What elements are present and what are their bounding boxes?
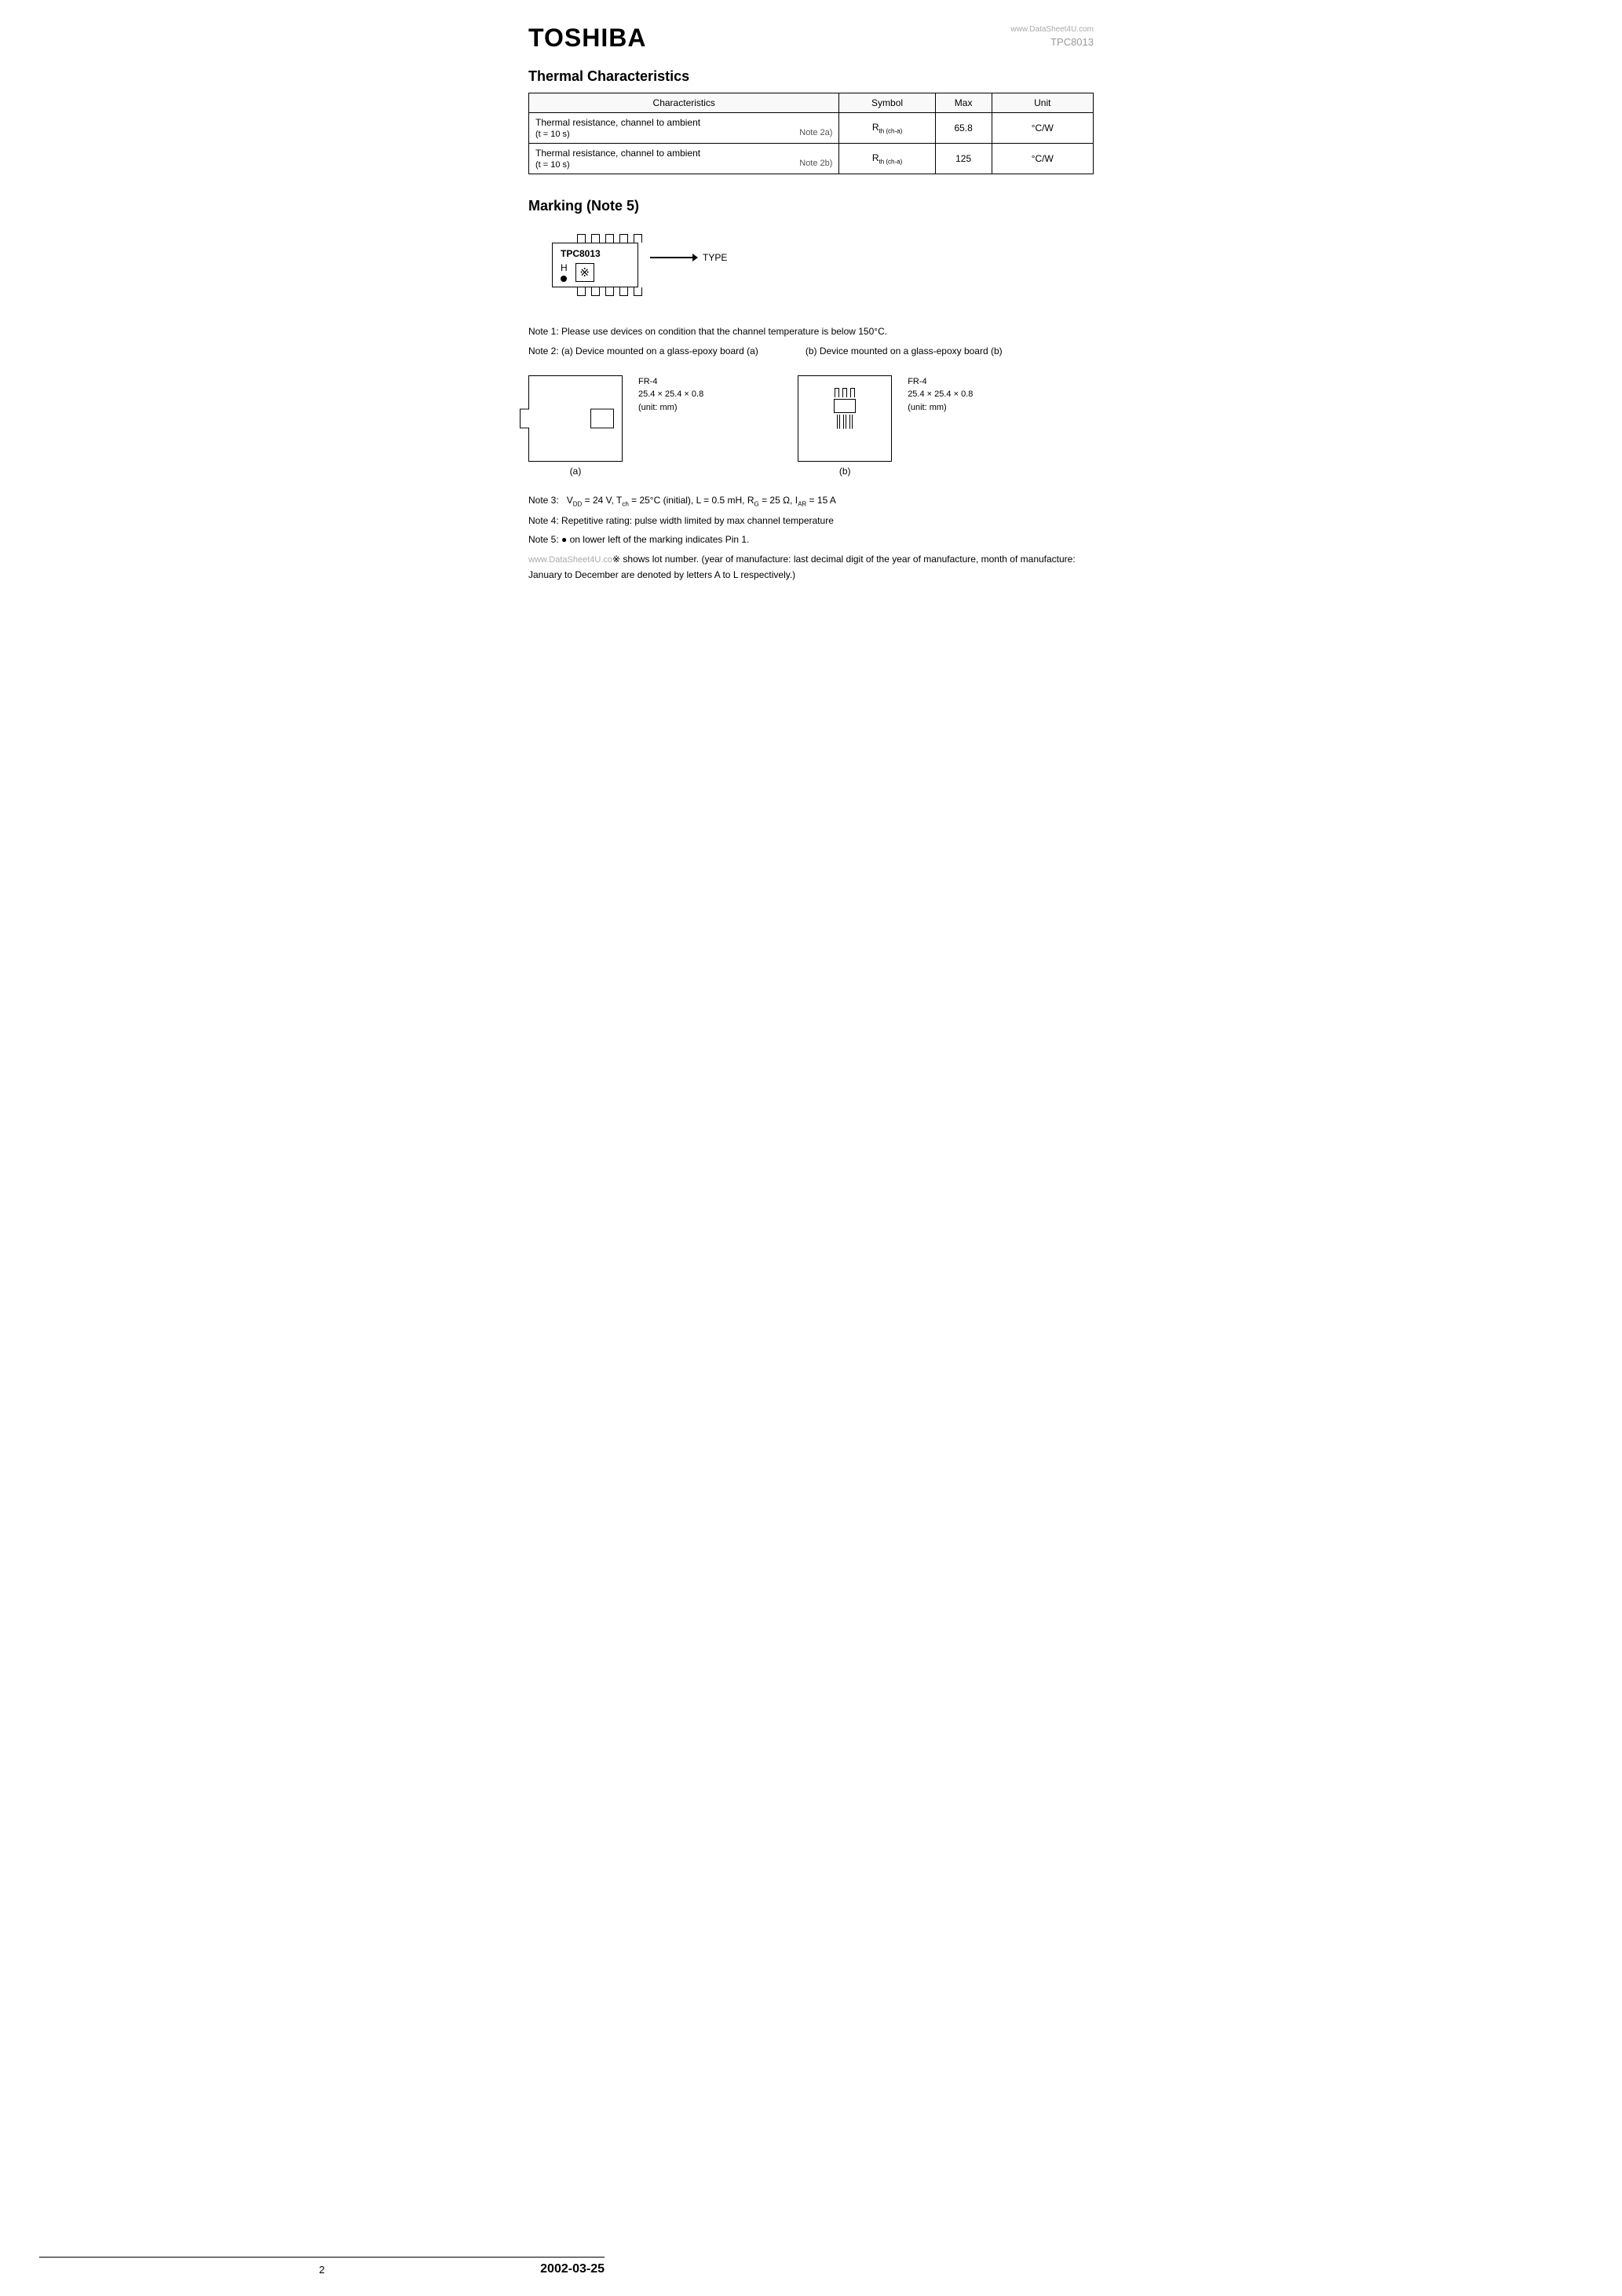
table-row: Thermal resistance, channel to ambient (… <box>529 113 1094 144</box>
col-symbol: Symbol <box>839 93 935 113</box>
footer-date: 2002-03-25 <box>416 2262 605 2276</box>
char-cell-2: Thermal resistance, channel to ambient (… <box>529 144 839 174</box>
watermark-url: www.DataSheet4U.com <box>1010 25 1094 34</box>
comp-body <box>834 399 856 413</box>
comp-pin-t1 <box>835 388 839 397</box>
ic-body: TPC8013 H ※ <box>552 243 638 287</box>
note4-item: Note 4: Repetitive rating: pulse width l… <box>528 513 1094 528</box>
note1: Note 1: Please use devices on condition … <box>528 324 1094 339</box>
board-a-tab <box>520 408 529 428</box>
board-b-unit: (unit: mm) <box>908 401 973 415</box>
note5-item: Note 5: ● on lower left of the marking i… <box>528 532 1094 547</box>
thermal-title: Thermal Characteristics <box>528 68 1094 85</box>
note6-prefix: www.DataSheet4U.co <box>528 555 612 565</box>
ic-pin-bot-3 <box>605 287 614 296</box>
board-a-info: FR-4 25.4 × 25.4 × 0.8 (unit: mm) <box>638 375 703 415</box>
char-cell-1: Thermal resistance, channel to ambient (… <box>529 113 839 144</box>
arrow-line <box>650 257 693 258</box>
board-a-rect <box>528 375 623 462</box>
board-a-unit: (unit: mm) <box>638 401 703 415</box>
comp-leg-3 <box>849 415 853 429</box>
ic-pin-top-2 <box>591 234 600 243</box>
page-header: TOSHIBA www.DataSheet4U.com TPC8013 <box>528 24 1094 53</box>
arrowhead <box>692 254 698 261</box>
thermal-table: Characteristics Symbol Max Unit Thermal … <box>528 93 1094 174</box>
board-a-item: (a) FR-4 25.4 × 25.4 × 0.8 (unit: mm) <box>528 375 703 477</box>
comp-pin-t2 <box>842 388 847 397</box>
company-logo: TOSHIBA <box>528 24 646 53</box>
ic-row-h: H <box>561 262 568 273</box>
comp-leg-1 <box>837 415 840 429</box>
ic-part-label: TPC8013 <box>561 248 601 259</box>
board-b-item: (b) FR-4 25.4 × 25.4 × 0.8 (unit: mm) <box>798 375 973 477</box>
board-b-diagram-wrapper: (b) <box>798 375 892 477</box>
footer: 2 2002-03-25 <box>39 2257 605 2276</box>
part-number-header: TPC8013 <box>1050 36 1094 48</box>
note2-header: Note 2: (a) Device mounted on a glass-ep… <box>528 343 1094 359</box>
unit-cell-2: °C/W <box>992 144 1093 174</box>
note2a-label: Note 2: (a) Device mounted on a glass-ep… <box>528 345 758 356</box>
board-a-diagram-wrapper: (a) <box>528 375 623 477</box>
ic-package-diagram: TPC8013 H ※ TYPE <box>552 234 642 296</box>
col-max: Max <box>935 93 992 113</box>
boards-section: (a) FR-4 25.4 × 25.4 × 0.8 (unit: mm) <box>528 375 1094 477</box>
ic-pin-bot-1 <box>577 287 586 296</box>
board-b-fr: FR-4 <box>908 375 973 389</box>
unit-cell-1: °C/W <box>992 113 1093 144</box>
marking-section: Marking (Note 5) TPC8013 H <box>528 198 1094 308</box>
board-a-fr: FR-4 <box>638 375 703 389</box>
ic-pin-bot-4 <box>619 287 628 296</box>
board-a-dimensions: 25.4 × 25.4 × 0.8 <box>638 388 703 401</box>
ic-pin-top-5 <box>634 234 642 243</box>
marking-title: Marking (Note 5) <box>528 198 1094 214</box>
board-b-info: FR-4 25.4 × 25.4 × 0.8 (unit: mm) <box>908 375 973 415</box>
max-cell-1: 65.8 <box>935 113 992 144</box>
board-b-dimensions: 25.4 × 25.4 × 0.8 <box>908 388 973 401</box>
board-b-rect <box>798 375 892 462</box>
footer-page: 2 <box>228 2264 416 2276</box>
notes-3-6-section: Note 3: VDD = 24 V, Tch = 25°C (initial)… <box>528 492 1094 583</box>
comp-leg-2 <box>843 415 846 429</box>
header-right: www.DataSheet4U.com TPC8013 <box>1010 24 1094 50</box>
thermal-section: Thermal Characteristics Characteristics … <box>528 68 1094 174</box>
type-arrow: TYPE <box>650 252 727 263</box>
board-b-component <box>834 388 856 429</box>
ic-pin-bot-5 <box>634 287 642 296</box>
board-a-label: (a) <box>528 466 623 477</box>
table-row: Thermal resistance, channel to ambient (… <box>529 144 1094 174</box>
note3-item: Note 3: VDD = 24 V, Tch = 25°C (initial)… <box>528 492 1094 510</box>
footer-left <box>39 2264 228 2276</box>
ic-x-symbol: ※ <box>575 263 594 282</box>
col-unit: Unit <box>992 93 1093 113</box>
notes-section: Note 1: Please use devices on condition … <box>528 324 1094 360</box>
col-characteristics: Characteristics <box>529 93 839 113</box>
ic-pin-bot-2 <box>591 287 600 296</box>
ic-pin-top-3 <box>605 234 614 243</box>
type-label: TYPE <box>703 252 727 263</box>
note6-item: www.DataSheet4U.co※ shows lot number. (y… <box>528 551 1094 583</box>
ic-dot <box>561 276 567 282</box>
ic-pin-top-1 <box>577 234 586 243</box>
note6-symbol: ※ <box>612 554 620 565</box>
note2b-label: (b) Device mounted on a glass-epoxy boar… <box>806 345 1003 356</box>
ic-pin-top-4 <box>619 234 628 243</box>
comp-pin-t3 <box>850 388 855 397</box>
max-cell-2: 125 <box>935 144 992 174</box>
board-b-label: (b) <box>798 466 892 477</box>
symbol-cell-2: Rth (ch-a) <box>839 144 935 174</box>
symbol-cell-1: Rth (ch-a) <box>839 113 935 144</box>
board-a-inner-component <box>590 408 614 428</box>
